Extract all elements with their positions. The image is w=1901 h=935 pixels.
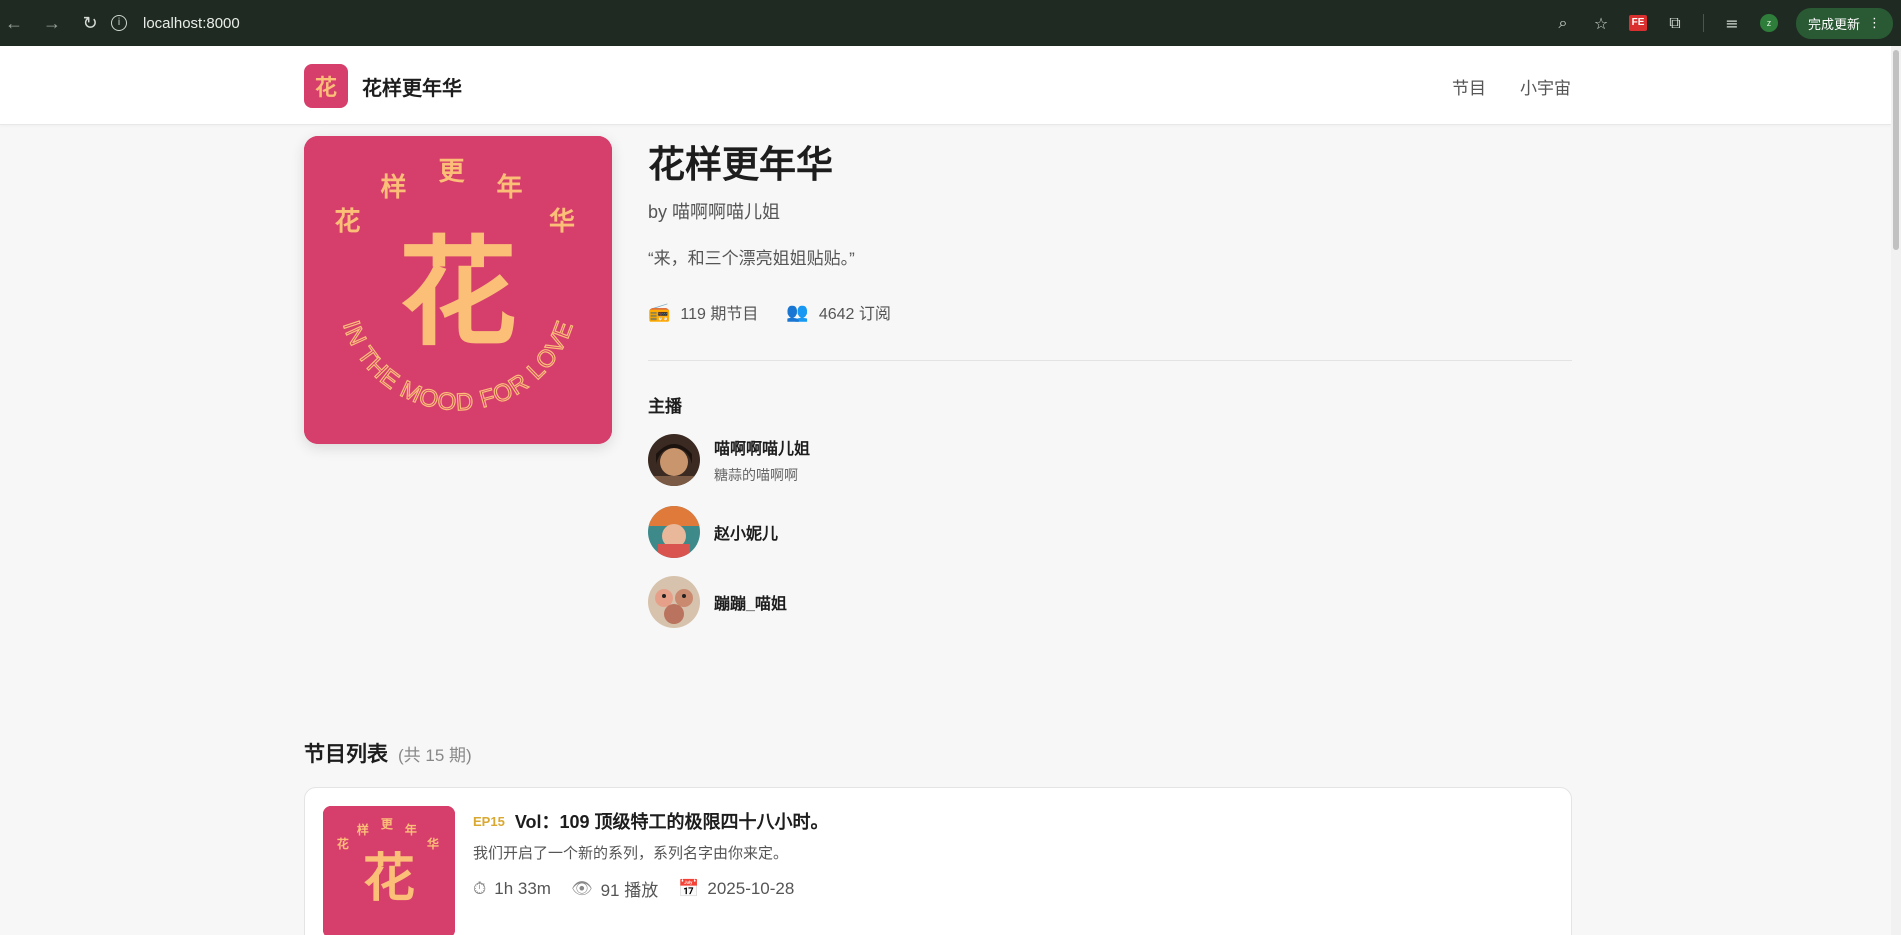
browser-toolbar: ← → ↻ i localhost:8000 ⌕ ☆ FE ⧉ ≡ z 完成更新… [0, 0, 1901, 46]
episode-count: 119 期节目 [680, 306, 759, 323]
update-button[interactable]: 完成更新 ⋮ [1795, 7, 1893, 39]
back-icon[interactable]: ← [2, 13, 26, 34]
thumb-char-4: 年 [405, 822, 417, 837]
episode-header: EP15 Vol：109 顶级特工的极限四十八小时。 [473, 808, 829, 834]
page-scrollbar[interactable] [1891, 46, 1901, 935]
cover-char-4: 年 [496, 172, 522, 203]
thumb-char-3: 更 [381, 817, 394, 831]
thumb-char-1: 花 [337, 836, 349, 851]
episode-thumbnail-graphic: 花 样 更 年 华 花 [323, 806, 455, 935]
host-text: 蹦蹦_喵姐 [714, 590, 787, 614]
reload-icon[interactable]: ↻ [78, 13, 102, 34]
more-vert-icon: ⋮ [1868, 15, 1881, 30]
avatar[interactable] [648, 506, 700, 558]
episode-title[interactable]: Vol：109 顶级特工的极限四十八小时。 [515, 808, 829, 834]
date-value: 2025-10-28 [707, 878, 795, 898]
host-name[interactable]: 赵小妮儿 [714, 520, 778, 544]
episode-card[interactable]: 花 样 更 年 华 花 EP15 Vol：109 顶级特工的极限四十八小时。 我… [304, 787, 1572, 935]
episode-list-count: (共 15 期) [398, 746, 472, 765]
bookmark-star-icon[interactable]: ☆ [1591, 14, 1611, 33]
podcast-author: by 喵啊啊喵儿姐 [648, 202, 781, 222]
scrollbar-thumb[interactable] [1893, 50, 1899, 250]
episode-count-stat: 📻 119 期节目 [648, 300, 758, 324]
site-info-icon[interactable]: i [111, 15, 127, 31]
podcast-tagline: “来，和三个漂亮姐姐贴贴。” [648, 249, 855, 268]
brand-name[interactable]: 花样更年华 [362, 72, 462, 101]
people-icon: 👥 [786, 301, 809, 323]
browser-actions: ⌕ ☆ FE ⧉ ≡ z 完成更新 ⋮ [1553, 0, 1901, 46]
podcast-stats: 📻 119 期节目 👥 4642 订阅 [648, 300, 891, 324]
thumb-big-char: 花 [363, 848, 415, 909]
cover-art-graphic: 花 样 更 年 华 花 IN THE MOOD FOR LOVE [304, 136, 612, 444]
clock-icon: ⏱ [473, 878, 487, 899]
host-name[interactable]: 喵啊啊喵儿姐 [714, 435, 810, 459]
duration-value: 1h 33m [494, 878, 551, 898]
episode-thumbnail[interactable]: 花 样 更 年 华 花 [323, 806, 455, 935]
episode-meta: ⏱ 1h 33m 👁 91 播放 📅 2025-10-28 [473, 876, 794, 901]
host-item[interactable]: 赵小妮儿 [648, 506, 778, 558]
top-nav: 节目 小宇宙 [1452, 74, 1571, 99]
media-queue-icon[interactable]: ≡ [1722, 14, 1742, 33]
nav-xiaoyuzhou-link[interactable]: 小宇宙 [1520, 74, 1571, 99]
plays-value: 91 播放 [600, 881, 659, 900]
host-item[interactable]: 蹦蹦_喵姐 [648, 576, 787, 628]
podcast-title: 花样更年华 [648, 144, 833, 185]
podcast-cover-art: 花 样 更 年 华 花 IN THE MOOD FOR LOVE [304, 136, 612, 444]
browser-nav: ← → ↻ [0, 13, 102, 34]
host-name[interactable]: 蹦蹦_喵姐 [714, 590, 787, 614]
brand[interactable]: 花 花样更年华 [304, 64, 462, 108]
cover-char-3: 更 [438, 157, 465, 187]
fe-extension-icon[interactable]: FE [1628, 15, 1647, 31]
host-item[interactable]: 喵啊啊喵儿姐 糖蒜的喵啊啊 [648, 434, 810, 486]
episode-code: EP15 [473, 813, 505, 829]
episode-duration: ⏱ 1h 33m [473, 876, 551, 901]
nav-episodes-link[interactable]: 节目 [1452, 74, 1486, 99]
cover-char-1: 花 [334, 207, 360, 237]
thumb-char-2: 样 [357, 822, 369, 837]
hosts-heading: 主播 [648, 397, 682, 416]
calendar-icon: 📅 [678, 878, 700, 899]
section-divider [648, 360, 1572, 361]
toolbar-divider [1702, 14, 1704, 32]
subscriber-count: 4642 订阅 [818, 306, 891, 323]
episode-list-title: 节目列表 [304, 743, 388, 766]
avatar[interactable] [648, 434, 700, 486]
extensions-puzzle-icon[interactable]: ⧉ [1665, 13, 1685, 33]
subscriber-stat: 👥 4642 订阅 [786, 300, 890, 324]
host-text: 赵小妮儿 [714, 520, 778, 544]
url-text[interactable]: localhost:8000 [143, 15, 240, 32]
eye-icon: 👁 [570, 878, 593, 899]
address-bar[interactable]: i localhost:8000 [105, 8, 1575, 38]
forward-icon[interactable]: → [40, 13, 64, 34]
zoom-icon[interactable]: ⌕ [1553, 13, 1573, 33]
update-label: 完成更新 [1807, 16, 1860, 32]
host-subtitle: 糖蒜的喵啊啊 [714, 467, 798, 483]
host-text: 喵啊啊喵儿姐 糖蒜的喵啊啊 [714, 435, 810, 485]
profile-avatar-icon[interactable]: z [1759, 14, 1778, 32]
cover-char-2: 样 [380, 172, 406, 203]
episode-date: 📅 2025-10-28 [678, 876, 794, 901]
cover-big-char: 花 [399, 223, 517, 362]
thumb-char-5: 华 [427, 836, 439, 851]
radio-icon: 📻 [648, 301, 671, 323]
avatar[interactable] [648, 576, 700, 628]
site-header: 花 花样更年华 节目 小宇宙 [0, 46, 1891, 125]
episode-description: 我们开启了一个新的系列，系列名字由你来定。 [473, 845, 789, 862]
episode-list-heading: 节目列表 (共 15 期) [304, 738, 472, 768]
brand-logo[interactable]: 花 [304, 64, 348, 108]
cover-char-5: 华 [549, 206, 575, 237]
episode-plays: 👁 91 播放 [571, 876, 658, 901]
